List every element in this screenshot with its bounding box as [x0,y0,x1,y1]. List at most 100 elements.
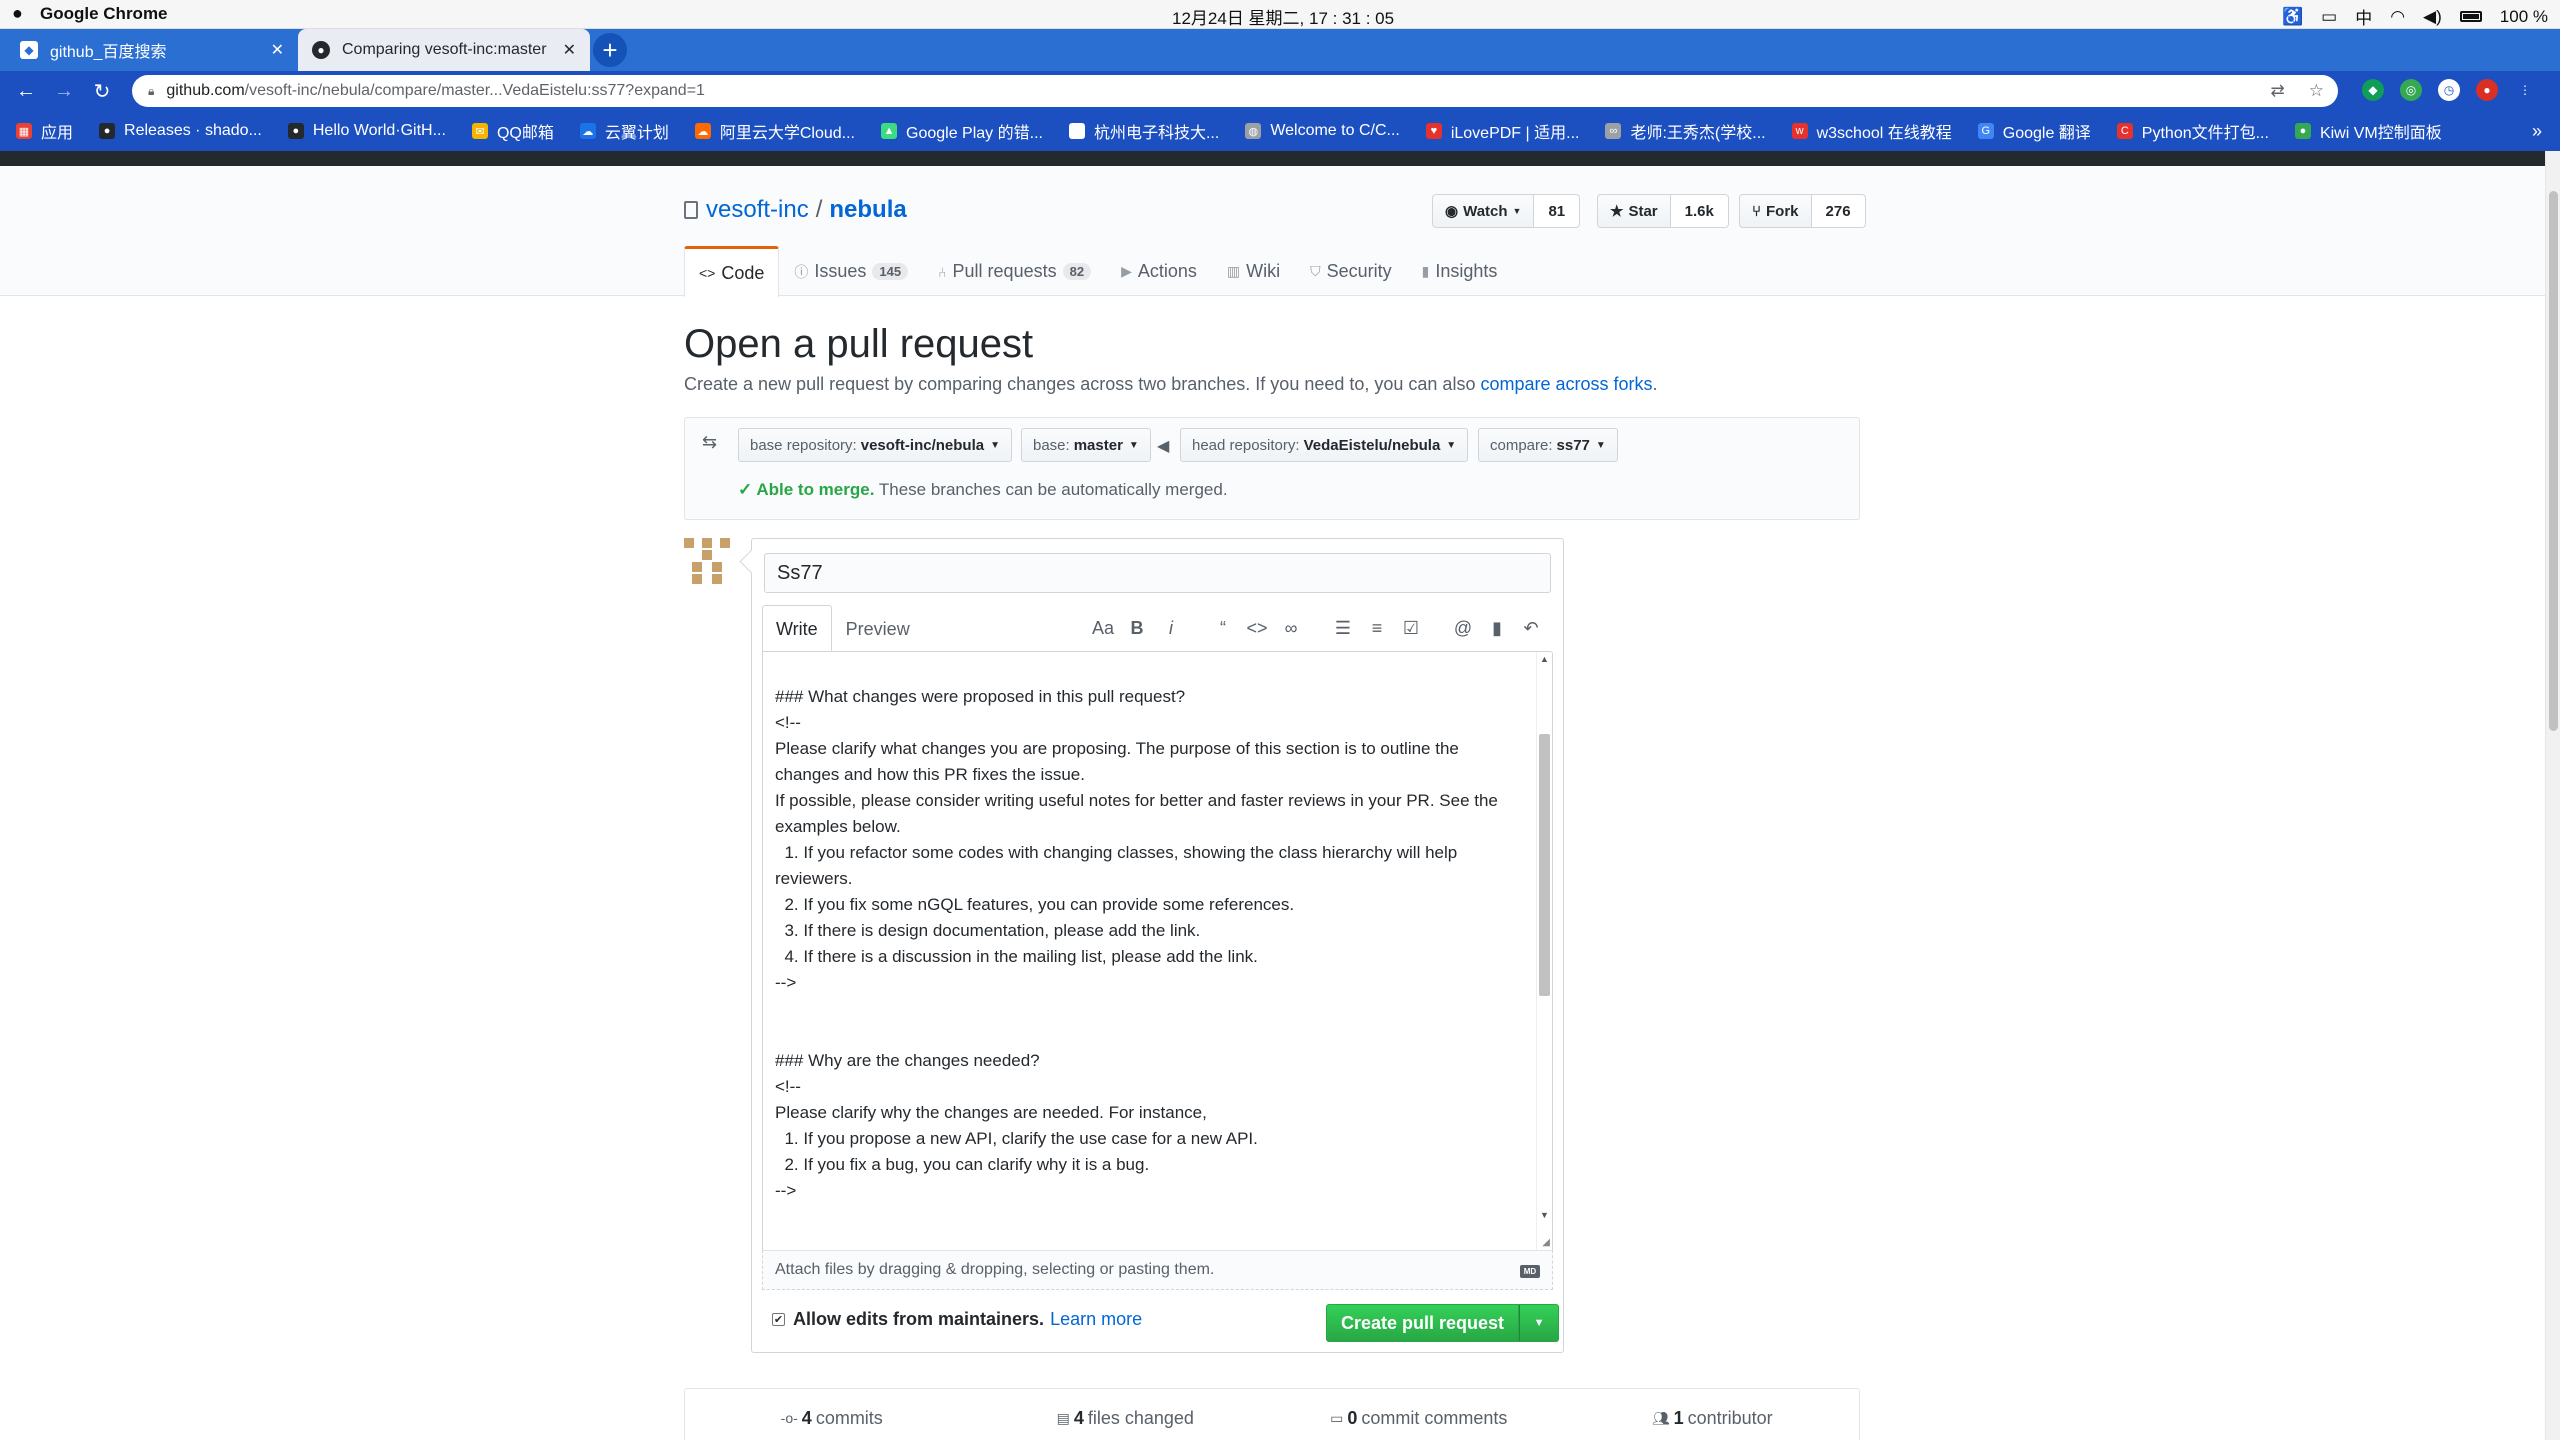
bookmark-item[interactable]: ♥ iLovePDF | 适用... [1425,119,1579,143]
repo-name-link[interactable]: nebula [829,196,906,224]
bookmark-item[interactable]: 杭州电子科技大... [1068,119,1219,143]
commits-summary[interactable]: -o- 4 commits [685,1408,979,1429]
file-attach-dropzone[interactable]: Attach files by dragging & dropping, sel… [762,1250,1553,1290]
battery-icon[interactable] [2459,11,2482,22]
fork-count[interactable]: 276 [1811,194,1866,228]
compare-branch-select[interactable]: compare: ss77 ▼ [1478,428,1618,462]
bookmark-item[interactable]: ▲ Google Play 的错... [881,119,1043,143]
page-scrollbar[interactable] [2545,151,2560,1440]
fork-label: Fork [1766,202,1799,220]
apple-icon[interactable]: ● [12,3,23,24]
saved-reply-icon[interactable]: ▮ [1480,613,1514,643]
tab-close-icon[interactable]: ✕ [563,40,576,60]
tab-issues[interactable]: ⓘ Issues 145 [779,246,923,296]
textarea-scrollbar[interactable]: ▲ ▼ [1536,652,1552,1250]
back-arrow-icon[interactable]: ← [14,79,38,103]
reload-icon[interactable]: ↻ [90,79,114,103]
tab-pull-requests[interactable]: ⑃ Pull requests 82 [923,246,1106,296]
link-icon[interactable]: ∞ [1274,613,1308,643]
numbered-list-icon[interactable]: ≡ [1360,613,1394,643]
scrollbar-thumb[interactable] [1539,734,1550,996]
keyboard-icon[interactable]: ▭ [2321,7,2337,27]
italic-icon[interactable]: i [1154,613,1188,643]
bookmark-item[interactable]: ∞ 老师:王秀杰(学校... [1605,119,1766,143]
star-button[interactable]: ★ Star [1597,194,1671,228]
forward-arrow-icon[interactable]: → [52,79,76,103]
browser-tab-github-compare[interactable]: ● Comparing vesoft-inc:master ✕ [298,29,590,71]
volume-icon[interactable]: ◀) [2423,7,2442,27]
fork-button[interactable]: ⑂ Fork [1739,194,1812,228]
tab-preview[interactable]: Preview [832,605,924,652]
bookmark-item[interactable]: w w3school 在线教程 [1791,119,1952,143]
tab-write[interactable]: Write [762,605,832,652]
issues-count: 145 [872,263,909,280]
active-app-name[interactable]: Google Chrome [40,4,168,24]
tab-insights[interactable]: ▮ Insights [1407,246,1513,296]
extension-compass-icon[interactable]: ◎ [2400,79,2422,101]
text-size-icon[interactable]: Aa [1086,613,1120,643]
files-changed-summary[interactable]: ▤ 4 files changed [979,1408,1273,1429]
chrome-menu-icon[interactable]: ⋮ [2514,79,2536,101]
watch-button[interactable]: ◉ Watch ▼ [1432,194,1535,228]
bookmark-apps[interactable]: ▦ 应用 [16,119,73,143]
allow-edits-checkbox[interactable]: ✔ [772,1313,785,1326]
mention-icon[interactable]: @ [1446,613,1480,643]
page-scrollbar-thumb[interactable] [2549,191,2558,731]
repo-owner-link[interactable]: vesoft-inc [706,196,809,224]
scroll-up-icon[interactable]: ▲ [1540,654,1549,664]
tab-actions[interactable]: ▶ Actions [1106,246,1212,296]
markdown-icon[interactable]: MD [1520,1265,1540,1278]
pr-title-input[interactable] [764,553,1551,593]
bookmark-item[interactable]: ✉ QQ邮箱 [471,119,554,143]
create-pr-dropdown-toggle[interactable]: ▼ [1519,1304,1560,1342]
tab-close-icon[interactable]: ✕ [271,40,284,60]
bulleted-list-icon[interactable]: ☰ [1326,613,1360,643]
pr-body-textarea[interactable]: ### What changes were proposed in this p… [762,651,1553,1251]
allow-edits-option[interactable]: ✔ Allow edits from maintainers. Learn mo… [772,1309,1142,1330]
new-tab-button[interactable]: + [593,33,627,67]
bookmark-item[interactable]: ☁ 阿里云大学Cloud... [694,119,855,143]
pr-body-text[interactable]: ### What changes were proposed in this p… [763,652,1538,1250]
translate-icon[interactable]: ⇄ [2271,81,2285,101]
watch-count[interactable]: 81 [1534,194,1581,228]
bookmark-item[interactable]: ● Kiwi VM控制面板 [2294,119,2442,143]
bookmarks-overflow-icon[interactable]: » [2532,121,2542,142]
base-repository-select[interactable]: base repository: vesoft-inc/nebula ▼ [738,428,1012,462]
bookmark-item[interactable]: C Python文件打包... [2116,119,2269,143]
bookmark-item[interactable]: ● Releases · shado... [99,122,262,140]
code-icon[interactable]: <> [1240,613,1274,643]
avatar[interactable] [684,538,730,584]
menubar-clock[interactable]: 12月24日 星期二, 17 : 31 : 05 [1172,4,1394,29]
compare-across-forks-link[interactable]: compare across forks [1480,374,1652,394]
accessibility-icon[interactable]: ♿ [2282,7,2303,27]
tab-code[interactable]: <> Code [684,246,780,297]
wifi-icon[interactable]: ◠ [2390,7,2405,27]
head-repository-select[interactable]: head repository: VedaEistelu/nebula ▼ [1180,428,1469,462]
bookmark-star-icon[interactable]: ☆ [2309,81,2324,101]
profile-avatar-icon[interactable]: ● [2476,79,2498,101]
scroll-down-icon[interactable]: ▼ [1540,1210,1549,1220]
input-method-indicator[interactable]: 中 [2355,4,2372,29]
create-pull-request-button[interactable]: Create pull request [1326,1304,1520,1342]
learn-more-link[interactable]: Learn more [1050,1309,1142,1330]
bookmark-item[interactable]: ☁ 云翼计划 [579,119,669,143]
bold-icon[interactable]: B [1120,613,1154,643]
address-bar[interactable]: 🔒︎ github.com /vesoft-inc/nebula/compare… [132,75,2338,107]
quote-icon[interactable]: “ [1206,613,1240,643]
lock-icon[interactable]: 🔒︎ [148,84,154,99]
browser-tab-baidu[interactable]: ◆ github_百度搜索 ✕ [6,29,298,71]
commit-comments-summary[interactable]: ▭ 0 commit comments [1272,1408,1566,1429]
bookmark-item[interactable]: ◍ Welcome to C/C... [1245,122,1400,140]
extension-shield-icon[interactable]: ◆ [2362,79,2384,101]
resize-grip-icon[interactable]: ◢ [1542,1237,1550,1248]
task-list-icon[interactable]: ☑ [1394,613,1428,643]
star-count[interactable]: 1.6k [1670,194,1729,228]
base-branch-select[interactable]: base: master ▼ [1021,428,1151,462]
tab-security[interactable]: ⛉ Security [1295,246,1407,296]
bookmark-item[interactable]: G Google 翻译 [1977,119,2091,143]
contributors-summary[interactable]: 👥︎ 1 contributor [1566,1408,1860,1429]
bookmark-item[interactable]: ● Hello World·GitH... [287,122,446,140]
reply-icon[interactable]: ↶ [1514,613,1548,643]
extension-clock-icon[interactable]: ◷ [2438,79,2460,101]
tab-wiki[interactable]: ▥ Wiki [1212,246,1295,296]
